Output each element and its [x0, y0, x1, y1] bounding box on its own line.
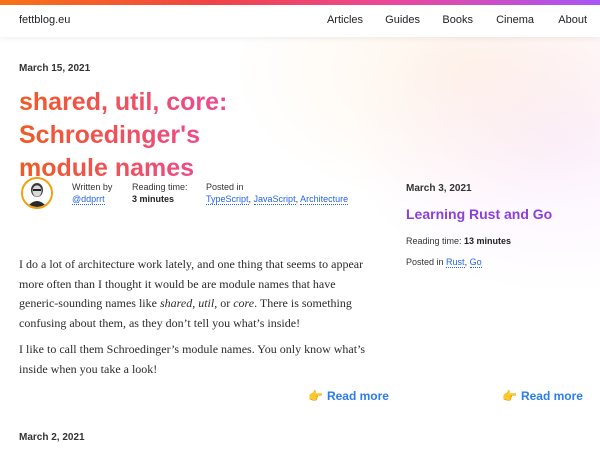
- next-post-date: March 2, 2021: [19, 432, 85, 443]
- main-content: March 15, 2021 shared, util, core: Schro…: [0, 0, 600, 450]
- post-title-line1: shared, util, core: Schroedinger's: [19, 88, 228, 149]
- written-by-label: Written by: [72, 182, 113, 192]
- site-header: fettblog.eu Articles Guides Books Cinema…: [0, 5, 600, 37]
- side-post-title-link[interactable]: Learning Rust and Go: [406, 206, 552, 222]
- author-link[interactable]: @ddprrt: [72, 194, 105, 205]
- avatar-portrait-icon: [23, 179, 51, 207]
- tag-link[interactable]: JavaScript: [253, 194, 296, 205]
- pointing-hand-icon: 👉: [308, 389, 323, 403]
- site-logo-link[interactable]: fettblog.eu: [19, 14, 70, 26]
- post-title-line2: module names: [19, 154, 195, 182]
- excerpt-paragraph-1: I do a lot of architecture work lately, …: [19, 257, 364, 330]
- side-reading-time: Reading time: 13 minutes: [406, 236, 512, 246]
- tag-link[interactable]: TypeScript: [206, 194, 249, 205]
- pointing-hand-icon: 👉: [502, 389, 517, 403]
- tag-link[interactable]: Go: [469, 257, 482, 268]
- gradient-stripe: [0, 0, 600, 5]
- post-date: March 15, 2021: [19, 63, 91, 74]
- nav-guides[interactable]: Guides: [385, 14, 420, 26]
- side-post-tags: Posted in Rust, Go: [406, 257, 482, 268]
- author-avatar: [21, 177, 53, 209]
- side-post-date: March 3, 2021: [406, 183, 472, 194]
- tag-link[interactable]: Architecture: [300, 194, 349, 205]
- read-more-link[interactable]: 👉 Read more: [308, 389, 389, 403]
- reading-time-value: 3 minutes: [132, 194, 175, 204]
- nav-cinema[interactable]: Cinema: [496, 14, 534, 26]
- nav-articles[interactable]: Articles: [327, 14, 363, 26]
- excerpt-paragraph-2: I like to call them Schroedinger’s modul…: [19, 342, 366, 376]
- post-tags: TypeScript, JavaScript, Architecture: [206, 194, 349, 205]
- nav-about[interactable]: About: [558, 14, 587, 26]
- posted-in-label: Posted in: [206, 182, 244, 192]
- post-title-link[interactable]: shared, util, core: Schroedinger's modul…: [19, 86, 399, 185]
- nav-books[interactable]: Books: [442, 14, 473, 26]
- side-read-more-link[interactable]: 👉 Read more: [502, 389, 583, 403]
- tag-link[interactable]: Rust: [446, 257, 465, 268]
- reading-time-label: Reading time:: [132, 182, 188, 192]
